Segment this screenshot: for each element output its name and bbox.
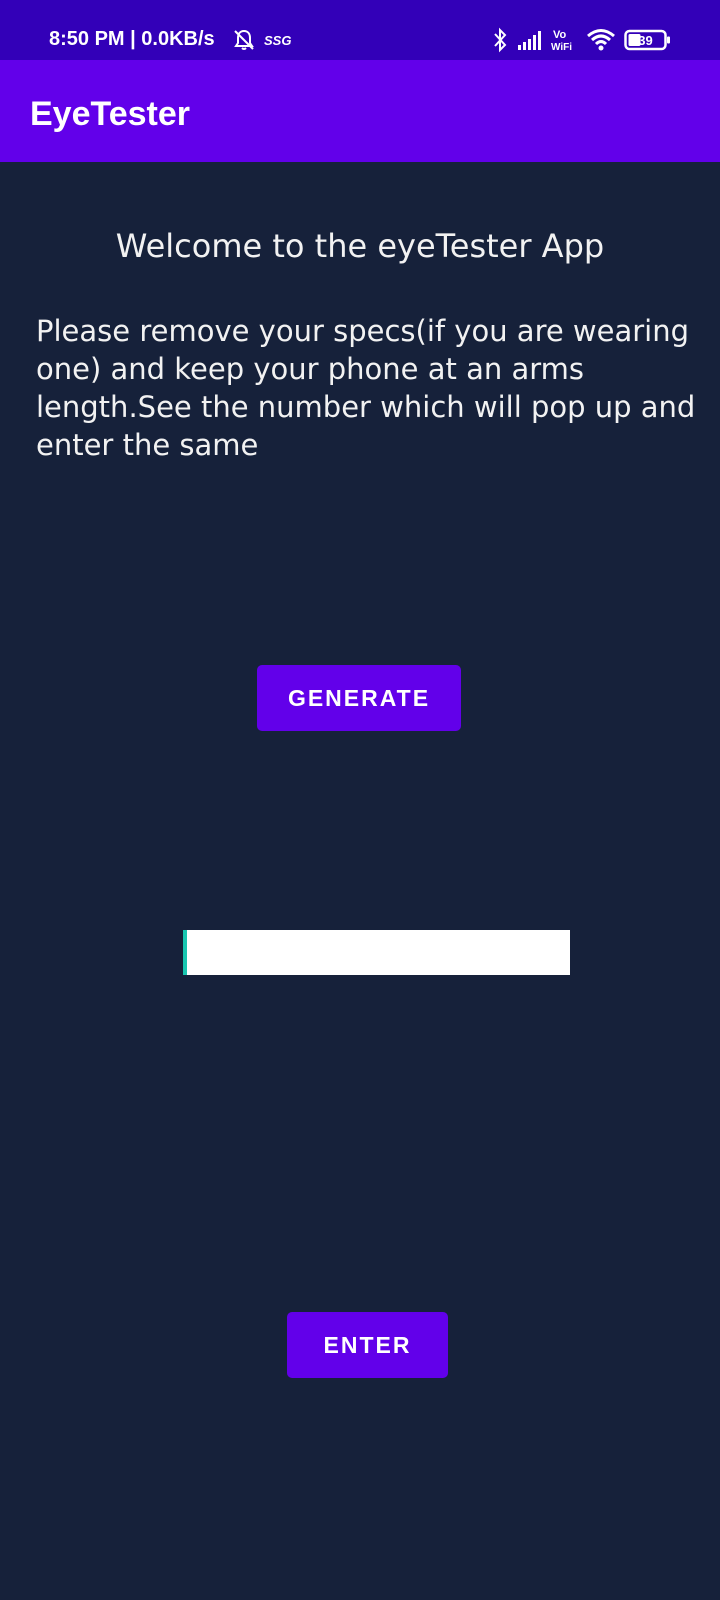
alarm-off-icon [234, 29, 254, 50]
bluetooth-icon [494, 27, 507, 53]
vowifi-icon: Vo WiFi [551, 29, 572, 53]
instructions-text: Please remove your specs(if you are wear… [36, 314, 696, 462]
battery-icon: 39 [624, 29, 670, 51]
signal-icon [518, 31, 541, 50]
svg-text:SSG: SSG [264, 33, 291, 48]
status-bar: 8:50 PM | 0.0KB/s SSG Vo WiFi 39 [0, 0, 720, 60]
wifi-icon [587, 29, 615, 51]
welcome-heading: Welcome to the eyeTester App [115, 227, 605, 265]
enter-button[interactable]: ENTER [287, 1312, 448, 1378]
carrier-tag: SSG [264, 33, 291, 48]
svg-text:Vo: Vo [553, 29, 567, 41]
answer-input[interactable] [183, 930, 570, 975]
app-title: EyeTester [30, 95, 191, 133]
status-time: 8:50 PM | 0.0KB/s [49, 28, 215, 50]
svg-text:WiFi: WiFi [551, 42, 572, 53]
generate-button[interactable]: GENERATE [257, 665, 461, 731]
eyetester-screen: 8:50 PM | 0.0KB/s SSG Vo WiFi 39 EyeTest… [0, 0, 720, 1600]
svg-text:39: 39 [638, 33, 652, 48]
